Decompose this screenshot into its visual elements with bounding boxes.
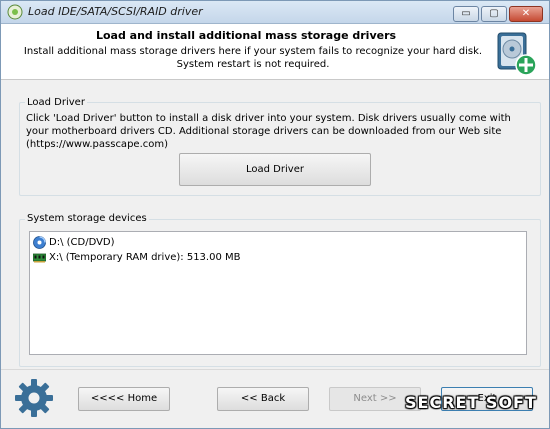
disk-add-icon <box>497 32 537 76</box>
list-item[interactable]: D:\ (CD/DVD) <box>33 235 523 250</box>
back-button[interactable]: << Back <box>217 387 309 411</box>
device-label: X:\ (Temporary RAM drive): 513.00 MB <box>49 252 241 263</box>
load-driver-button[interactable]: Load Driver <box>179 153 371 186</box>
maximize-icon: ▢ <box>489 8 499 19</box>
minimize-icon: ▭ <box>461 8 471 19</box>
maximize-button[interactable]: ▢ <box>481 6 507 22</box>
load-driver-description: Click 'Load Driver' button to install a … <box>26 113 511 150</box>
storage-devices-group-label: System storage devices <box>25 213 149 224</box>
load-driver-group-label: Load Driver <box>25 97 87 108</box>
title-bar[interactable]: Load IDE/SATA/SCSI/RAID driver ▭ ▢ ✕ <box>1 1 549 24</box>
device-label: D:\ (CD/DVD) <box>49 237 115 248</box>
ram-drive-icon <box>33 253 46 263</box>
header-subtitle: Install additional mass storage drivers … <box>23 46 483 70</box>
minimize-button[interactable]: ▭ <box>453 6 479 22</box>
watermark: SECRET SOFT <box>405 393 537 412</box>
footer-divider <box>1 369 549 370</box>
home-button[interactable]: <<<< Home <box>78 387 170 411</box>
gear-icon <box>15 379 53 417</box>
main-window: Load IDE/SATA/SCSI/RAID driver ▭ ▢ ✕ Loa… <box>0 0 550 429</box>
close-button[interactable]: ✕ <box>509 6 543 22</box>
storage-device-list[interactable]: D:\ (CD/DVD) X:\ (Temporary RAM drive): … <box>29 231 527 355</box>
header-title: Load and install additional mass storage… <box>95 29 397 42</box>
wizard-header: Load and install additional mass storage… <box>1 24 549 80</box>
list-item[interactable]: X:\ (Temporary RAM drive): 513.00 MB <box>33 250 523 265</box>
window-title: Load IDE/SATA/SCSI/RAID driver <box>28 5 203 18</box>
close-icon: ✕ <box>521 8 531 19</box>
cd-dvd-icon <box>33 236 46 249</box>
app-icon <box>7 4 23 20</box>
